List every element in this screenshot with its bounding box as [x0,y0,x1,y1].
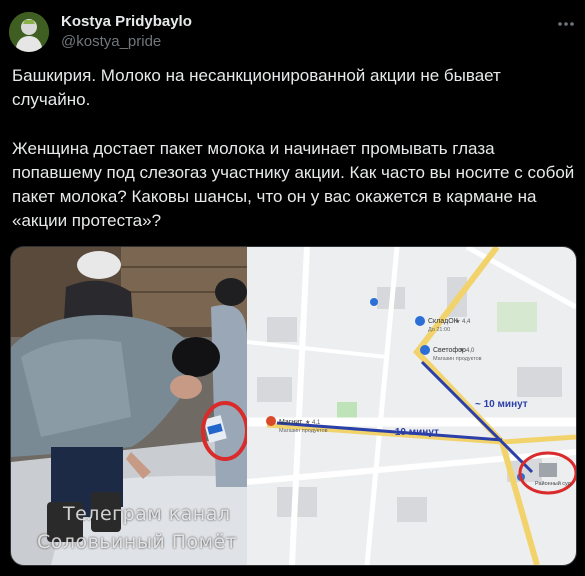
poi-skladok-rating: ★ 4,4 [455,318,471,325]
author-handle[interactable]: @kostya_pride [61,33,161,50]
poi-magnit-sub: Магазин продуктов [279,428,328,434]
route1-label: ~ 10 минут [475,399,528,410]
avatar[interactable] [9,12,49,52]
watermark-line-1: Телеграм канал [63,503,231,525]
author-name[interactable]: Kostya Pridybaylo [61,13,192,30]
more-icon[interactable] [556,16,576,32]
tweet-text: Башкирия. Молоко на несанкционированной … [12,64,577,258]
route2-label: ~10 минут [389,427,439,438]
route-map[interactable]: СкладОК ★ 4,4 До 21:00 Светофор ★ 4,0 Ма… [247,247,576,565]
poi-skladok-sub: До 21:00 [428,327,450,333]
tweet: Kostya Pridybaylo @kostya_pride Башкирия… [0,0,585,576]
tweet-paragraph-2: Женщина достает пакет молока и начинает … [12,139,575,230]
tweet-paragraph-1: Башкирия. Молоко на несанкционированной … [12,66,501,109]
poi-magnit-label: Магнит [279,419,303,426]
poi-svetofor-rating: ★ 4,0 [459,347,475,354]
watermark-line-2: Соловьиный Помёт [37,531,238,553]
avatar-image [9,12,49,52]
poi-svetofor-sub: Магазин продуктов [433,356,482,362]
tweet-media[interactable]: Телеграм канал Соловьиный Помёт СкладОК … [10,246,577,566]
poi-magnit-rating: ★ 4,1 [305,419,321,426]
poi-court-label: Районный суд [535,480,572,487]
